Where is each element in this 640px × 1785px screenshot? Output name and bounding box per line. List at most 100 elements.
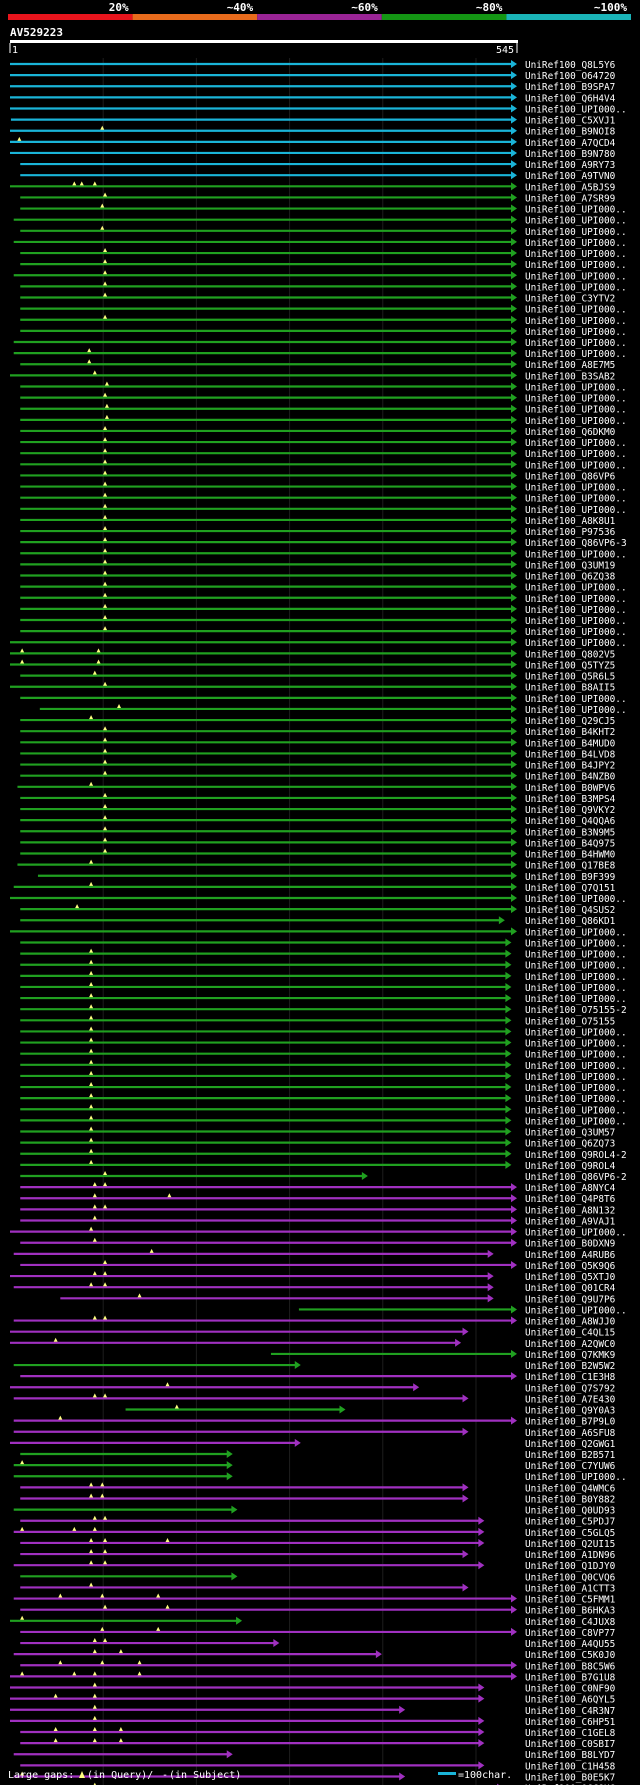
hit-rows: UniRef100_Q8L5Y6UniRef100_O64720UniRef10… <box>10 60 627 1785</box>
hit-arrowhead <box>511 660 517 669</box>
hit-arrowhead <box>511 1183 517 1192</box>
gaps-dash: - <box>162 1770 168 1781</box>
gap-marker <box>92 1704 97 1709</box>
hit-arrowhead <box>511 604 517 613</box>
gap-marker <box>89 1560 94 1565</box>
hit-arrowhead <box>511 1194 517 1203</box>
hit-label: UniRef100_UPI000.. <box>525 483 627 494</box>
hit-arrowhead <box>399 1772 406 1781</box>
hit-arrowhead <box>462 1394 469 1403</box>
hit-label: UniRef100_B3N9M5 <box>525 827 615 838</box>
hit-arrowhead <box>511 871 517 880</box>
hit-label: UniRef100_A7SR99 <box>525 193 616 204</box>
hit-arrowhead <box>511 471 517 480</box>
ruler-bar <box>10 40 518 43</box>
hit-label: UniRef100_UPI000.. <box>525 382 627 393</box>
hit-arrowhead <box>511 738 517 747</box>
gap-marker <box>167 1193 172 1198</box>
gap-marker <box>92 1515 97 1520</box>
gap-marker <box>92 1693 97 1698</box>
hit-label: UniRef100_Q29CJ5 <box>525 716 615 727</box>
hit-arrowhead <box>505 1138 512 1147</box>
hit-arrowhead <box>511 504 517 513</box>
hit-label: UniRef100_B0WPV6 <box>525 783 616 794</box>
hit-arrowhead <box>511 805 517 814</box>
hit-arrowhead <box>511 693 517 702</box>
hit-arrowhead <box>511 371 517 380</box>
hit-label: UniRef100_A8K8U1 <box>525 516 616 527</box>
hit-label: UniRef100_Q3UM57 <box>525 1128 615 1139</box>
hit-arrowhead <box>511 1627 517 1636</box>
hit-label: UniRef100_C5XVJ1 <box>525 116 616 127</box>
gap-marker <box>89 1115 94 1120</box>
hit-arrowhead <box>511 93 517 102</box>
hit-arrowhead <box>361 1172 368 1180</box>
hit-arrowhead <box>339 1405 346 1414</box>
hit-label: UniRef100_O75155 <box>525 1016 615 1027</box>
hit-arrowhead <box>511 204 517 213</box>
gap-marker <box>92 1715 97 1720</box>
gap-marker <box>89 1004 94 1009</box>
gap-marker <box>165 1537 170 1542</box>
hit-arrowhead <box>455 1338 462 1347</box>
hit-arrowhead <box>511 1672 517 1681</box>
gap-marker <box>75 904 80 909</box>
hit-arrowhead <box>511 549 517 558</box>
hit-label: UniRef100_A5BJS9 <box>525 182 616 193</box>
hit-label: UniRef100_Q0CVQ6 <box>525 1572 616 1583</box>
hit-arrowhead <box>462 1583 469 1592</box>
gap-marker <box>20 1671 25 1676</box>
hit-label: UniRef100_Q17BE8 <box>525 861 616 872</box>
hit-label: UniRef100_B4HWM0 <box>525 850 616 861</box>
gap-marker <box>92 1638 97 1643</box>
hit-arrowhead <box>505 1127 512 1136</box>
hit-arrowhead <box>487 1283 494 1292</box>
hit-label: UniRef100_Q86KD1 <box>525 916 616 927</box>
hit-arrowhead <box>511 860 517 869</box>
ruler-end-label: 545 <box>496 45 514 56</box>
hit-label: UniRef100_C7YUW6 <box>525 1461 616 1472</box>
hit-arrowhead <box>478 1739 485 1748</box>
hit-arrowhead <box>478 1527 485 1536</box>
hit-arrowhead <box>505 949 512 958</box>
hit-arrowhead <box>511 137 517 146</box>
hit-label: UniRef100_UPI000.. <box>525 994 627 1005</box>
hit-label: UniRef100_B4NZB0 <box>525 772 616 783</box>
gaps-prefix: Large gaps: <box>8 1770 74 1781</box>
hit-label: UniRef100_C1H458 <box>525 1761 616 1772</box>
gaps-query-label: (in Query)/ <box>87 1770 153 1781</box>
hit-arrowhead <box>511 438 517 447</box>
hit-arrowhead <box>511 382 517 391</box>
hit-arrowhead <box>462 1494 469 1503</box>
hit-label: UniRef100_A7QCD4 <box>525 138 616 149</box>
hit-arrowhead <box>231 1572 238 1581</box>
gap-marker <box>53 1727 58 1731</box>
hit-label: UniRef100_A2QWC0 <box>525 1339 616 1350</box>
hit-label: UniRef100_Q6H4V4 <box>525 93 616 104</box>
hit-label: UniRef100_Q6ZQ38 <box>525 572 616 583</box>
hit-label: UniRef100_UPI000.. <box>525 549 627 560</box>
hit-label: UniRef100_UPI000.. <box>525 1472 627 1483</box>
hit-arrowhead <box>511 404 517 413</box>
hit-label: UniRef100_A8N132 <box>525 1205 615 1216</box>
hit-arrowhead <box>511 349 517 358</box>
hit-arrowhead <box>511 838 517 847</box>
hit-label: UniRef100_C0NF90 <box>525 1684 616 1695</box>
gap-marker <box>89 1093 94 1098</box>
hit-label: UniRef100_UPI000.. <box>525 1027 627 1038</box>
hit-label: UniRef100_Q5R6L5 <box>525 672 615 683</box>
hit-label: UniRef100_UPI000.. <box>525 694 627 705</box>
hit-label: UniRef100_A6SFU8 <box>525 1428 616 1439</box>
hit-label: UniRef100_C8VP77 <box>525 1628 615 1639</box>
hit-label: UniRef100_UPI000.. <box>525 282 627 293</box>
gap-marker <box>58 1415 63 1420</box>
hit-arrowhead <box>505 994 512 1003</box>
gap-marker <box>92 1727 97 1731</box>
gap-marker <box>89 1549 94 1554</box>
hit-arrowhead <box>478 1538 485 1547</box>
gap-marker <box>89 1037 94 1042</box>
gap-marker <box>89 859 94 864</box>
hit-arrowhead <box>511 171 517 180</box>
hit-arrowhead <box>511 493 517 502</box>
gap-marker <box>53 1693 58 1698</box>
